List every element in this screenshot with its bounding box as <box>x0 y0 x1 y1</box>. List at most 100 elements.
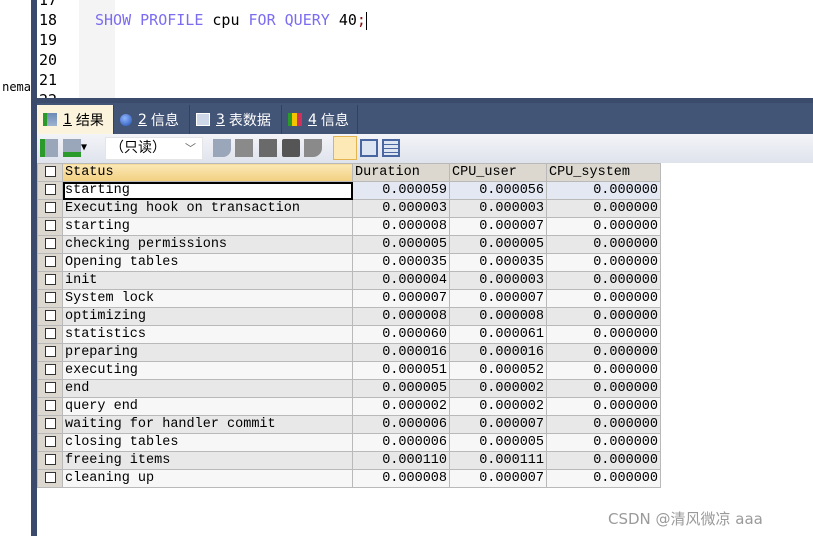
cell-cpu-system[interactable]: 0.000000 <box>546 271 661 290</box>
row-checkbox[interactable] <box>37 397 63 416</box>
cell-status[interactable]: statistics <box>62 325 353 344</box>
column-header-status[interactable]: Status <box>62 163 353 182</box>
cell-cpu-user[interactable]: 0.000007 <box>449 469 547 488</box>
duplicate-row-icon[interactable] <box>235 139 253 157</box>
row-checkbox[interactable] <box>37 343 63 362</box>
row-checkbox[interactable] <box>37 433 63 452</box>
cell-cpu-user[interactable]: 0.000052 <box>449 361 547 380</box>
cell-duration[interactable]: 0.000110 <box>352 451 450 470</box>
cell-cpu-user[interactable]: 0.000056 <box>449 181 547 200</box>
readonly-mode-select[interactable]: （只读） ﹀ <box>105 137 203 160</box>
cell-cpu-system[interactable]: 0.000000 <box>546 379 661 398</box>
cell-status[interactable]: waiting for handler commit <box>62 415 353 434</box>
cell-status[interactable]: init <box>62 271 353 290</box>
cell-cpu-user[interactable]: 0.000016 <box>449 343 547 362</box>
cell-cpu-user[interactable]: 0.000008 <box>449 307 547 326</box>
cell-cpu-system[interactable]: 0.000000 <box>546 325 661 344</box>
cell-cpu-system[interactable]: 0.000000 <box>546 307 661 326</box>
table-row[interactable]: Executing hook on transaction 0.000003 0.0… <box>37 199 661 218</box>
cell-cpu-user[interactable]: 0.000003 <box>449 271 547 290</box>
cell-status[interactable]: Opening tables <box>62 253 353 272</box>
table-row[interactable]: statistics 0.000060 0.000061 0.000000 <box>37 325 661 344</box>
row-checkbox[interactable] <box>37 415 63 434</box>
cell-status[interactable]: cleaning up <box>62 469 353 488</box>
row-checkbox[interactable] <box>37 271 63 290</box>
select-all-checkbox[interactable] <box>37 163 63 182</box>
row-checkbox[interactable] <box>37 217 63 236</box>
cell-duration[interactable]: 0.000008 <box>352 217 450 236</box>
export-icon[interactable] <box>63 139 81 157</box>
table-row[interactable]: System lock 0.000007 0.000007 0.000000 <box>37 289 661 308</box>
cell-duration[interactable]: 0.000005 <box>352 235 450 254</box>
cell-cpu-user[interactable]: 0.000005 <box>449 235 547 254</box>
table-row[interactable]: end 0.000005 0.000002 0.000000 <box>37 379 661 398</box>
cell-cpu-user[interactable]: 0.000007 <box>449 415 547 434</box>
cell-duration[interactable]: 0.000016 <box>352 343 450 362</box>
cell-cpu-user[interactable]: 0.000003 <box>449 199 547 218</box>
result-grid[interactable]: Status Duration CPU_user CPU_system star… <box>37 163 661 488</box>
table-row[interactable]: waiting for handler commit 0.000006 0.0000… <box>37 415 661 434</box>
row-checkbox[interactable] <box>37 199 63 218</box>
tab-info[interactable]: 2 信息 <box>114 105 190 134</box>
cell-duration[interactable]: 0.000059 <box>352 181 450 200</box>
row-checkbox[interactable] <box>37 361 63 380</box>
cell-duration[interactable]: 0.000006 <box>352 415 450 434</box>
cell-status[interactable]: end <box>62 379 353 398</box>
cell-status[interactable]: starting <box>62 217 353 236</box>
column-header-cpu-user[interactable]: CPU_user <box>449 163 547 182</box>
cell-status[interactable]: preparing <box>62 343 353 362</box>
cell-duration[interactable]: 0.000008 <box>352 469 450 488</box>
row-checkbox[interactable] <box>37 289 63 308</box>
table-row[interactable]: executing 0.000051 0.000052 0.000000 <box>37 361 661 380</box>
cell-cpu-user[interactable]: 0.000007 <box>449 289 547 308</box>
table-row[interactable]: Opening tables 0.000035 0.000035 0.000000 <box>37 253 661 272</box>
cell-duration[interactable]: 0.000005 <box>352 379 450 398</box>
cell-duration[interactable]: 0.000004 <box>352 271 450 290</box>
cell-duration[interactable]: 0.000003 <box>352 199 450 218</box>
column-header-cpu-system[interactable]: CPU_system <box>546 163 661 182</box>
row-checkbox[interactable] <box>37 181 63 200</box>
cell-cpu-system[interactable]: 0.000000 <box>546 397 661 416</box>
text-view-icon[interactable] <box>382 139 400 157</box>
cell-cpu-system[interactable]: 0.000000 <box>546 433 661 452</box>
cell-cpu-system[interactable]: 0.000000 <box>546 415 661 434</box>
cell-status[interactable]: System lock <box>62 289 353 308</box>
cell-duration[interactable]: 0.000007 <box>352 289 450 308</box>
cell-cpu-system[interactable]: 0.000000 <box>546 253 661 272</box>
tab-table-data[interactable]: 3 表数据 <box>190 105 282 134</box>
add-row-icon[interactable] <box>213 139 231 157</box>
cell-cpu-system[interactable]: 0.000000 <box>546 469 661 488</box>
cell-status[interactable]: query end <box>62 397 353 416</box>
cell-duration[interactable]: 0.000002 <box>352 397 450 416</box>
row-checkbox[interactable] <box>37 235 63 254</box>
row-checkbox[interactable] <box>37 253 63 272</box>
cell-cpu-system[interactable]: 0.000000 <box>546 289 661 308</box>
cell-cpu-system[interactable]: 0.000000 <box>546 361 661 380</box>
cell-duration[interactable]: 0.000006 <box>352 433 450 452</box>
table-row[interactable]: init 0.000004 0.000003 0.000000 <box>37 271 661 290</box>
sql-query[interactable]: SHOW PROFILE cpu FOR QUERY 40; <box>95 10 367 30</box>
cell-cpu-user[interactable]: 0.000005 <box>449 433 547 452</box>
row-checkbox[interactable] <box>37 379 63 398</box>
table-row[interactable]: starting 0.000059 0.000056 0.000000 <box>37 181 661 200</box>
row-checkbox[interactable] <box>37 451 63 470</box>
cell-duration[interactable]: 0.000008 <box>352 307 450 326</box>
cell-cpu-user[interactable]: 0.000061 <box>449 325 547 344</box>
cell-status[interactable]: starting <box>62 181 353 200</box>
save-icon[interactable] <box>259 139 277 157</box>
cell-duration[interactable]: 0.000051 <box>352 361 450 380</box>
table-row[interactable]: preparing 0.000016 0.000016 0.000000 <box>37 343 661 362</box>
cell-cpu-user[interactable]: 0.000007 <box>449 217 547 236</box>
table-row[interactable]: optimizing 0.000008 0.000008 0.000000 <box>37 307 661 326</box>
table-row[interactable]: query end 0.000002 0.000002 0.000000 <box>37 397 661 416</box>
column-header-duration[interactable]: Duration <box>352 163 450 182</box>
table-row[interactable]: checking permissions 0.000005 0.000005 0.00… <box>37 235 661 254</box>
cell-cpu-system[interactable]: 0.000000 <box>546 217 661 236</box>
cell-status[interactable]: freeing items <box>62 451 353 470</box>
table-row[interactable]: freeing items 0.000110 0.000111 0.000000 <box>37 451 661 470</box>
tab-info-2[interactable]: 4 信息 <box>282 105 358 134</box>
cell-duration[interactable]: 0.000035 <box>352 253 450 272</box>
form-view-icon[interactable] <box>360 139 378 157</box>
cell-status[interactable]: Executing hook on transaction <box>62 199 353 218</box>
grid-view-icon[interactable] <box>333 136 357 160</box>
